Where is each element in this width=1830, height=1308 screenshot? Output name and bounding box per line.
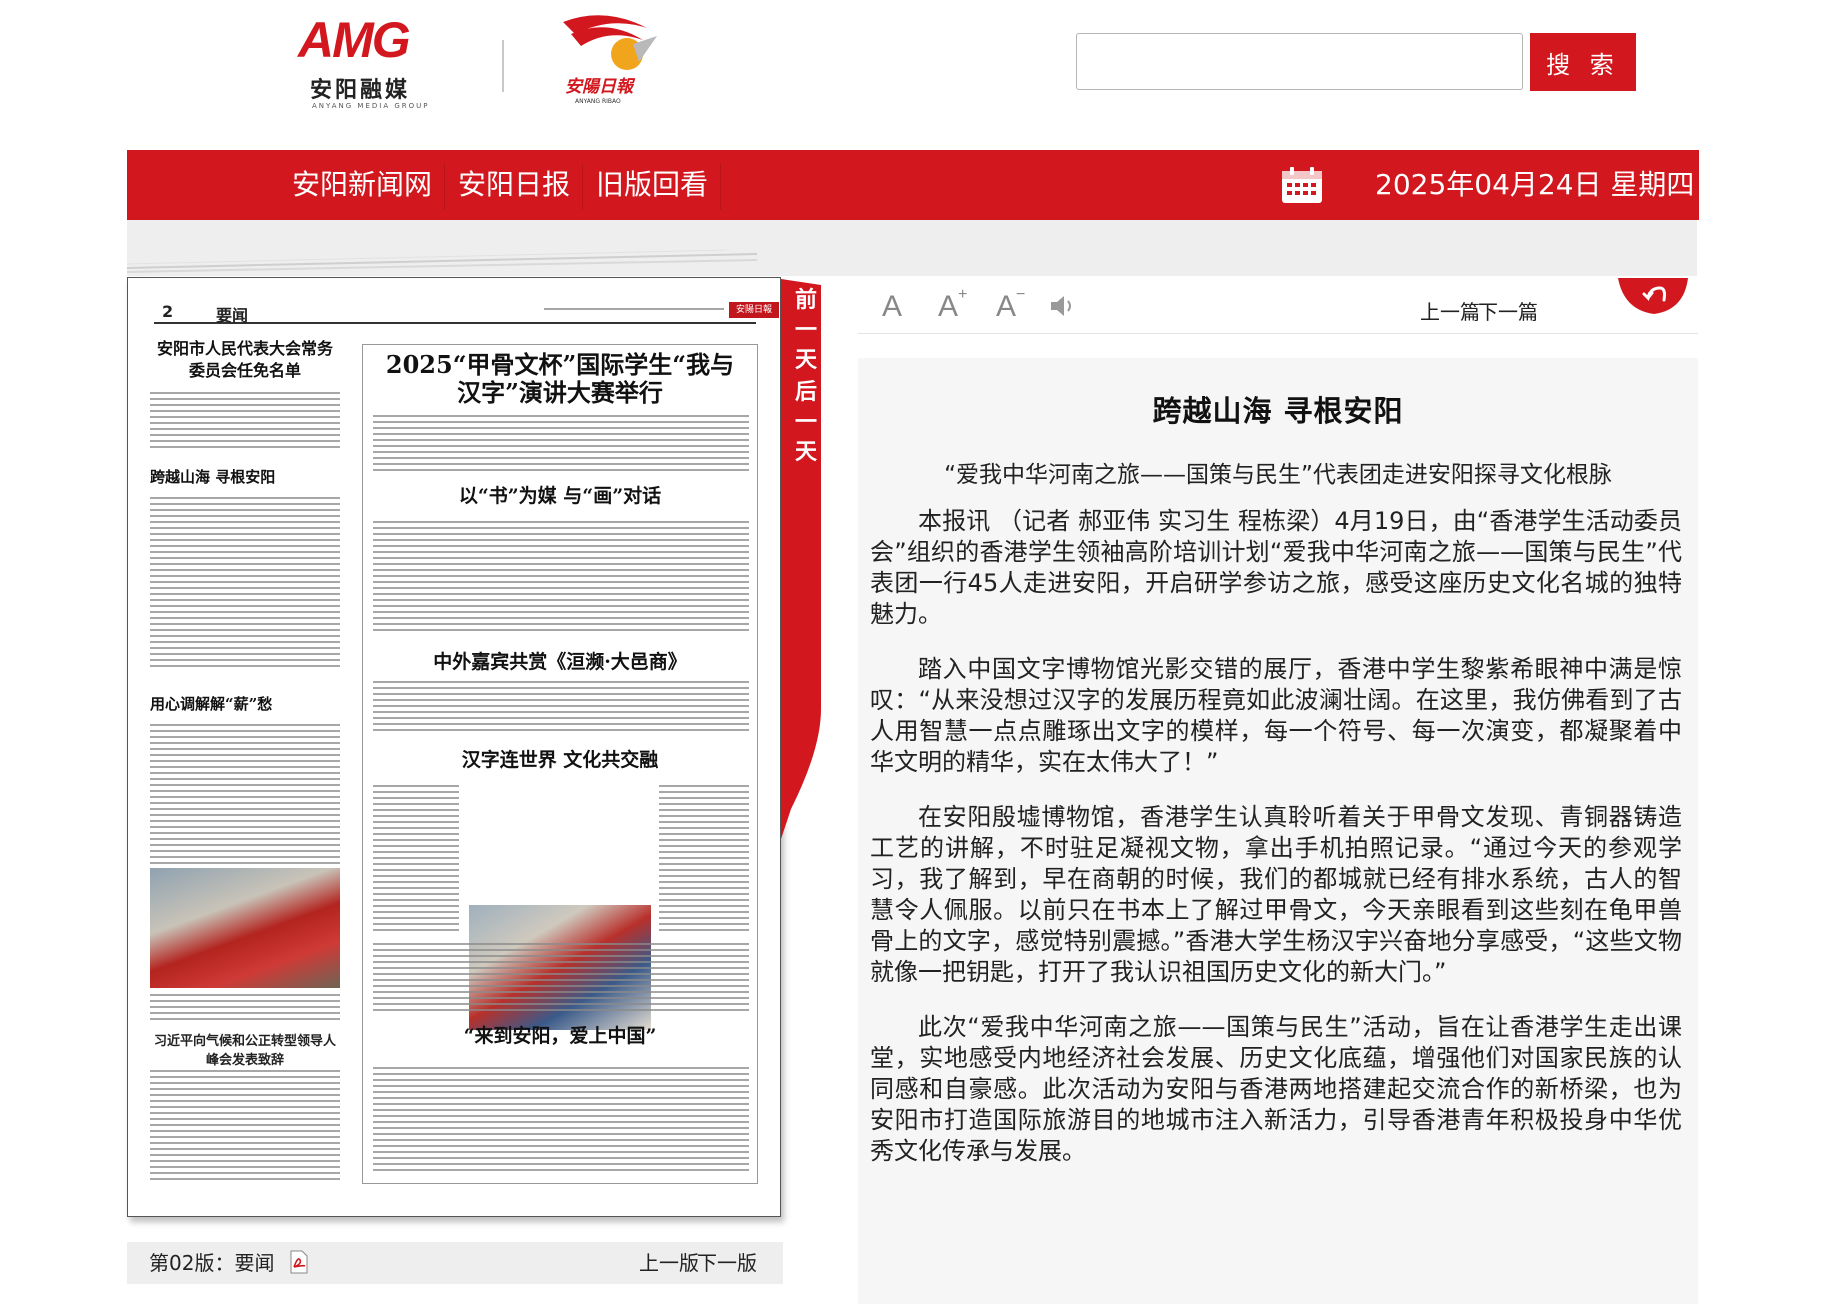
- article-body: 本报讯 （记者 郝亚伟 实习生 程栋梁）4月19日，由“香港学生活动委员会”组织…: [870, 506, 1682, 1191]
- amg-logo-english: ANYANG MEDIA GROUP: [312, 102, 430, 110]
- text-block: [150, 497, 340, 667]
- feature-headline-speech-contest[interactable]: 2025“甲骨文杯”国际学生“我与汉字”演讲大赛举行: [363, 351, 757, 407]
- nav-separator: [444, 164, 445, 210]
- feature-headline-characters[interactable]: 汉字连世界 文化共交融: [363, 745, 757, 772]
- tools-divider: [858, 333, 1698, 334]
- newspaper-left-column: 安阳市人民代表大会常务委员会任免名单 跨越山海 寻根安阳 用心调解解“薪”愁: [150, 338, 340, 1198]
- left-article-title-current[interactable]: 跨越山海 寻根安阳: [150, 466, 340, 487]
- nav-separator: [720, 164, 721, 210]
- logo-divider: [502, 40, 504, 92]
- text-block: [373, 415, 749, 471]
- calendar-icon[interactable]: [1281, 166, 1323, 204]
- newspaper-photo-flag[interactable]: [150, 868, 340, 988]
- text-block: [373, 521, 749, 633]
- ribao-emblem-icon: [563, 15, 657, 70]
- newspaper-page-image[interactable]: 2 要闻 安陽日報 安阳市人民代表大会常务委员会任免名单 跨越山海 寻根安阳 用…: [127, 277, 781, 1217]
- page-edition-label: 第02版：要闻: [149, 1251, 275, 1275]
- next-article-link[interactable]: 下一篇: [1478, 296, 1538, 325]
- article-paragraph: 踏入中国文字博物馆光影交错的展厅，香港中学生黎紫希眼神中满是惊叹：“从来没想过汉…: [870, 655, 1682, 776]
- text-block: [150, 392, 340, 452]
- font-smaller-sup: −: [1016, 286, 1026, 303]
- feature-headline-calligraphy[interactable]: 以“书”为媒 与“画”对话: [363, 481, 757, 508]
- left-article-title-summit[interactable]: 习近平向气候和公正转型领导人峰会发表致辞: [150, 1030, 340, 1068]
- nav-item-anyang-news[interactable]: 安阳新闻网: [292, 150, 432, 220]
- next-day-link[interactable]: 后 一 天: [793, 378, 819, 468]
- newspaper-masthead: 安陽日報: [729, 302, 779, 318]
- font-smaller-label: A: [996, 290, 1017, 323]
- font-larger-label: A: [938, 290, 959, 323]
- prev-day-char: 前: [794, 288, 817, 313]
- next-day-char: 后: [794, 380, 817, 405]
- pdf-icon[interactable]: [289, 1250, 309, 1274]
- text-block: [150, 724, 340, 874]
- left-article-title-mediation[interactable]: 用心调解解“薪”愁: [150, 693, 340, 714]
- article-paragraph: 此次“爱我中华河南之旅——国策与民生”活动，旨在让香港学生走出课堂，实地感受内地…: [870, 1013, 1682, 1165]
- page-footer-bar: 第02版：要闻 上一版 下一版: [127, 1242, 783, 1284]
- font-larger-button[interactable]: A+: [938, 286, 967, 324]
- current-date: 2025年04月24日 星期四: [1375, 168, 1695, 201]
- previous-article-link[interactable]: 上一篇: [1420, 296, 1480, 325]
- nav-item-anyang-daily[interactable]: 安阳日报: [458, 150, 570, 220]
- amg-logo[interactable]: AMG 安阳融媒 ANYANG MEDIA GROUP: [296, 12, 456, 112]
- amg-logo-chinese: 安阳融媒: [310, 78, 411, 103]
- amg-logo-mark: AMG: [298, 12, 411, 68]
- text-block: [150, 994, 340, 1020]
- article-title: 跨越山海 寻根安阳: [1152, 394, 1404, 428]
- text-block: [150, 1070, 340, 1180]
- text-block: [373, 1067, 749, 1175]
- newspaper-feature-box: 2025“甲骨文杯”国际学生“我与汉字”演讲大赛举行 以“书”为媒 与“画”对话…: [362, 344, 758, 1184]
- previous-edition-link[interactable]: 上一版: [639, 1242, 699, 1284]
- search-button[interactable]: 搜 索: [1530, 33, 1636, 91]
- left-article-title-appointments[interactable]: 安阳市人民代表大会常务委员会任免名单: [150, 338, 340, 382]
- paper-stack-backdrop: [127, 220, 1697, 276]
- article-subtitle: “爱我中华河南之旅——国策与民生”代表团走进安阳探寻文化根脉: [944, 462, 1612, 488]
- text-block: [373, 681, 749, 733]
- back-arrow-icon[interactable]: [1618, 278, 1688, 318]
- article-paragraph: 在安阳殷墟博物馆，香港学生认真聆听着关于甲骨文发现、青铜器铸造工艺的讲解，不时驻…: [870, 803, 1682, 986]
- article-paragraph: 本报讯 （记者 郝亚伟 实习生 程栋梁）4月19日，由“香港学生活动委员会”组织…: [870, 507, 1682, 628]
- font-smaller-button[interactable]: A−: [996, 286, 1025, 324]
- prev-day-char: 一: [794, 318, 817, 343]
- previous-day-link[interactable]: 前 一 天: [793, 286, 819, 376]
- font-default-label: A: [882, 290, 903, 323]
- nav-separator: [582, 164, 583, 210]
- prev-day-char: 天: [794, 348, 817, 373]
- font-larger-sup: +: [958, 286, 968, 303]
- anyang-ribao-logo[interactable]: 安陽日報 ANYANG RIBAO: [555, 10, 665, 110]
- newspaper-page-number: 2: [162, 302, 174, 321]
- newspaper-page-header: 2 要闻 安陽日報: [154, 302, 779, 325]
- main-nav: 安阳新闻网 安阳日报 旧版回看 2025年04月24日 星期四: [127, 150, 1699, 220]
- ribao-logo-chinese: 安陽日報: [565, 77, 633, 97]
- feature-headline-love-china[interactable]: “来到安阳，爱上中国”: [363, 1021, 757, 1048]
- text-block: [659, 785, 749, 935]
- search-input[interactable]: [1076, 33, 1523, 90]
- newspaper-header-meta: [544, 308, 724, 314]
- nav-item-old-edition[interactable]: 旧版回看: [596, 150, 708, 220]
- speaker-icon[interactable]: [1048, 292, 1076, 320]
- text-block: [373, 785, 459, 935]
- font-default-button[interactable]: A: [882, 290, 902, 324]
- article-panel: 跨越山海 寻根安阳 “爱我中华河南之旅——国策与民生”代表团走进安阳探寻文化根脉…: [858, 358, 1698, 1304]
- feature-headline-performance[interactable]: 中外嘉宾共赏《洹濒·大邑商》: [363, 647, 757, 674]
- text-block: [373, 943, 749, 1013]
- next-day-char: 天: [794, 440, 817, 465]
- ribao-logo-english: ANYANG RIBAO: [575, 98, 621, 105]
- next-edition-link[interactable]: 下一版: [697, 1242, 757, 1284]
- next-day-char: 一: [794, 410, 817, 435]
- newspaper-section-name: 要闻: [216, 306, 249, 325]
